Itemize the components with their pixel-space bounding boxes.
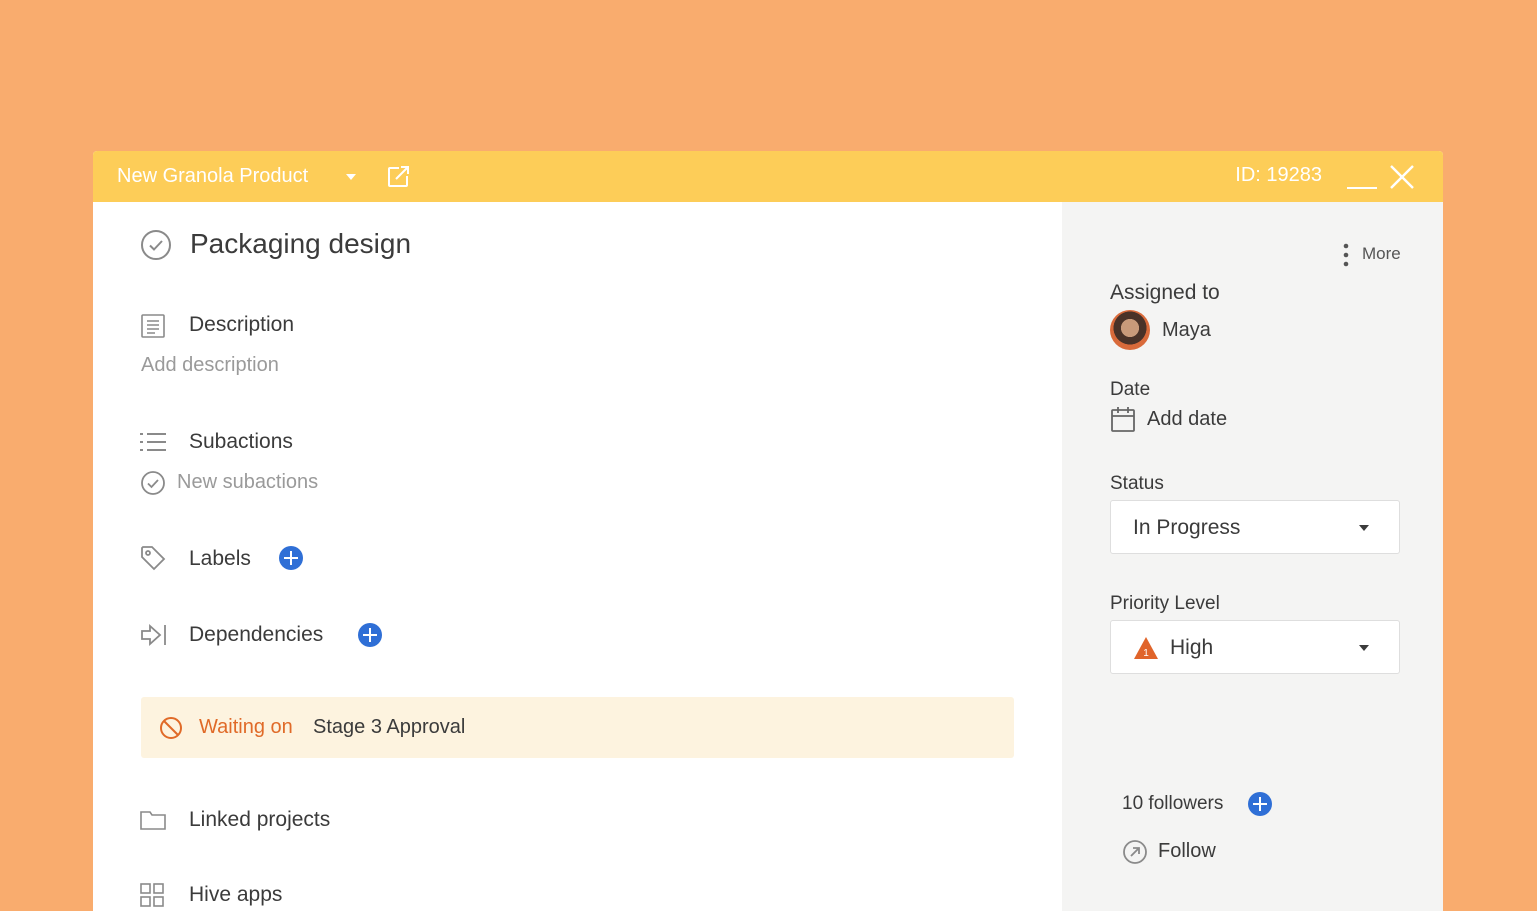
priority-warning-icon: 1: [1133, 636, 1159, 665]
folder-icon: [140, 809, 166, 836]
linked-projects-label[interactable]: Linked projects: [189, 808, 330, 832]
chevron-down-icon: [1359, 525, 1369, 531]
follow-button[interactable]: Follow: [1158, 840, 1216, 863]
check-circle-icon[interactable]: [140, 229, 172, 266]
more-vertical-icon: [1342, 242, 1350, 273]
list-icon: [140, 432, 166, 457]
caret-down-icon[interactable]: [346, 174, 356, 180]
more-label: More: [1362, 244, 1401, 263]
description-icon: [140, 313, 166, 344]
assigned-label: Assigned to: [1110, 281, 1220, 304]
tag-icon: [140, 545, 166, 576]
date-label: Date: [1110, 379, 1151, 400]
labels-label: Labels: [189, 547, 251, 570]
close-icon[interactable]: [1389, 164, 1415, 195]
priority-select[interactable]: 1 High: [1110, 620, 1400, 674]
project-name[interactable]: New Granola Product: [117, 165, 308, 188]
status-value: In Progress: [1133, 516, 1241, 539]
description-field[interactable]: Add description: [141, 354, 279, 377]
add-label-button[interactable]: [279, 546, 303, 570]
task-title[interactable]: Packaging design: [190, 228, 411, 260]
add-follower-button[interactable]: [1248, 792, 1272, 816]
followers-count[interactable]: 10 followers: [1122, 793, 1223, 815]
waiting-prefix: Waiting on: [199, 716, 293, 738]
dependencies-label: Dependencies: [189, 623, 324, 646]
task-id: ID: 19283: [1235, 164, 1322, 186]
priority-label: Priority Level: [1110, 593, 1220, 614]
calendar-icon[interactable]: [1110, 405, 1136, 438]
task-panel: New Granola Product ID: 19283 Packaging …: [93, 151, 1443, 911]
avatar[interactable]: [1110, 310, 1150, 350]
priority-badge: 1: [1143, 648, 1149, 659]
task-sidebar: More Assigned to Maya Date Add date Stat…: [1062, 202, 1443, 911]
task-header: New Granola Product ID: 19283: [93, 151, 1443, 202]
task-main: Packaging design Description Add descrip…: [93, 202, 1062, 911]
new-subaction-input[interactable]: New subactions: [177, 471, 318, 494]
date-field[interactable]: Add date: [1147, 408, 1227, 431]
add-dependency-button[interactable]: [358, 623, 382, 647]
waiting-target[interactable]: Stage 3 Approval: [313, 716, 465, 739]
status-label: Status: [1110, 473, 1164, 494]
blocked-icon: [159, 716, 183, 745]
follow-icon: [1122, 839, 1148, 870]
waiting-banner[interactable]: Waiting on Stage 3 Approval: [141, 697, 1014, 758]
status-select[interactable]: In Progress: [1110, 500, 1400, 554]
apps-grid-icon: [140, 883, 166, 911]
chevron-down-icon: [1359, 645, 1369, 651]
minimize-icon[interactable]: [1347, 187, 1377, 189]
assignee-name[interactable]: Maya: [1162, 319, 1211, 342]
subactions-label: Subactions: [189, 430, 293, 453]
hive-apps-label[interactable]: Hive apps: [189, 883, 282, 907]
check-circle-icon: [140, 470, 166, 501]
open-external-icon[interactable]: [385, 164, 411, 195]
arrow-dependency-icon: [140, 623, 168, 652]
priority-value: High: [1170, 636, 1214, 659]
description-label: Description: [189, 313, 295, 336]
